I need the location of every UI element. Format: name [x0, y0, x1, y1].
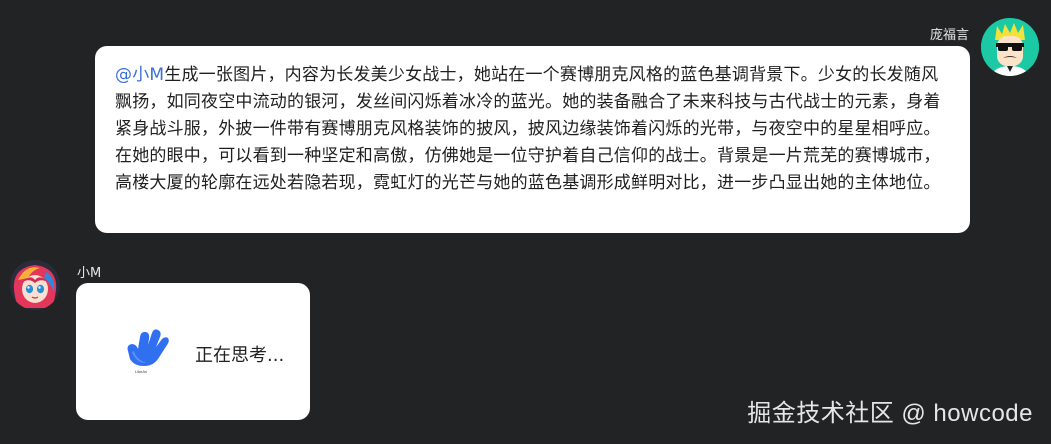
user-message-bubble[interactable]: @小M生成一张图片，内容为长发美少女战士，她站在一个赛博朋克风格的蓝色基调背景下…: [95, 46, 970, 233]
user-sender-name: 庞福言: [929, 28, 969, 43]
chat-window: 庞福言 @小M生成一张图片，内容为长发美少女战士，她站在一个赛博朋克风格的蓝色基…: [0, 0, 1051, 444]
bot-message-row: 小M LikeAs 正在思考...: [0, 252, 600, 442]
sunglasses-face-avatar-icon: [981, 18, 1039, 76]
user-message-text: 生成一张图片，内容为长发美少女战士，她站在一个赛博朋克风格的蓝色基调背景下。少女…: [115, 65, 941, 193]
bot-sender-name: 小M: [77, 266, 102, 281]
user-message-row: 庞福言 @小M生成一张图片，内容为长发美少女战士，她站在一个赛博朋克风格的蓝色基…: [0, 0, 1051, 240]
bot-message-bubble[interactable]: LikeAs 正在思考...: [76, 283, 310, 420]
watermark: 掘金技术社区 @ howcode: [747, 400, 1033, 427]
loading-hand-logo-icon: [127, 329, 169, 366]
user-avatar[interactable]: [981, 18, 1039, 76]
mention-link[interactable]: @小M: [115, 65, 164, 85]
bot-avatar[interactable]: [10, 260, 60, 310]
anime-girl-avatar-icon: [10, 260, 60, 310]
logo-caption: LikeAs: [135, 369, 148, 374]
thinking-status-text: 正在思考...: [195, 345, 285, 366]
